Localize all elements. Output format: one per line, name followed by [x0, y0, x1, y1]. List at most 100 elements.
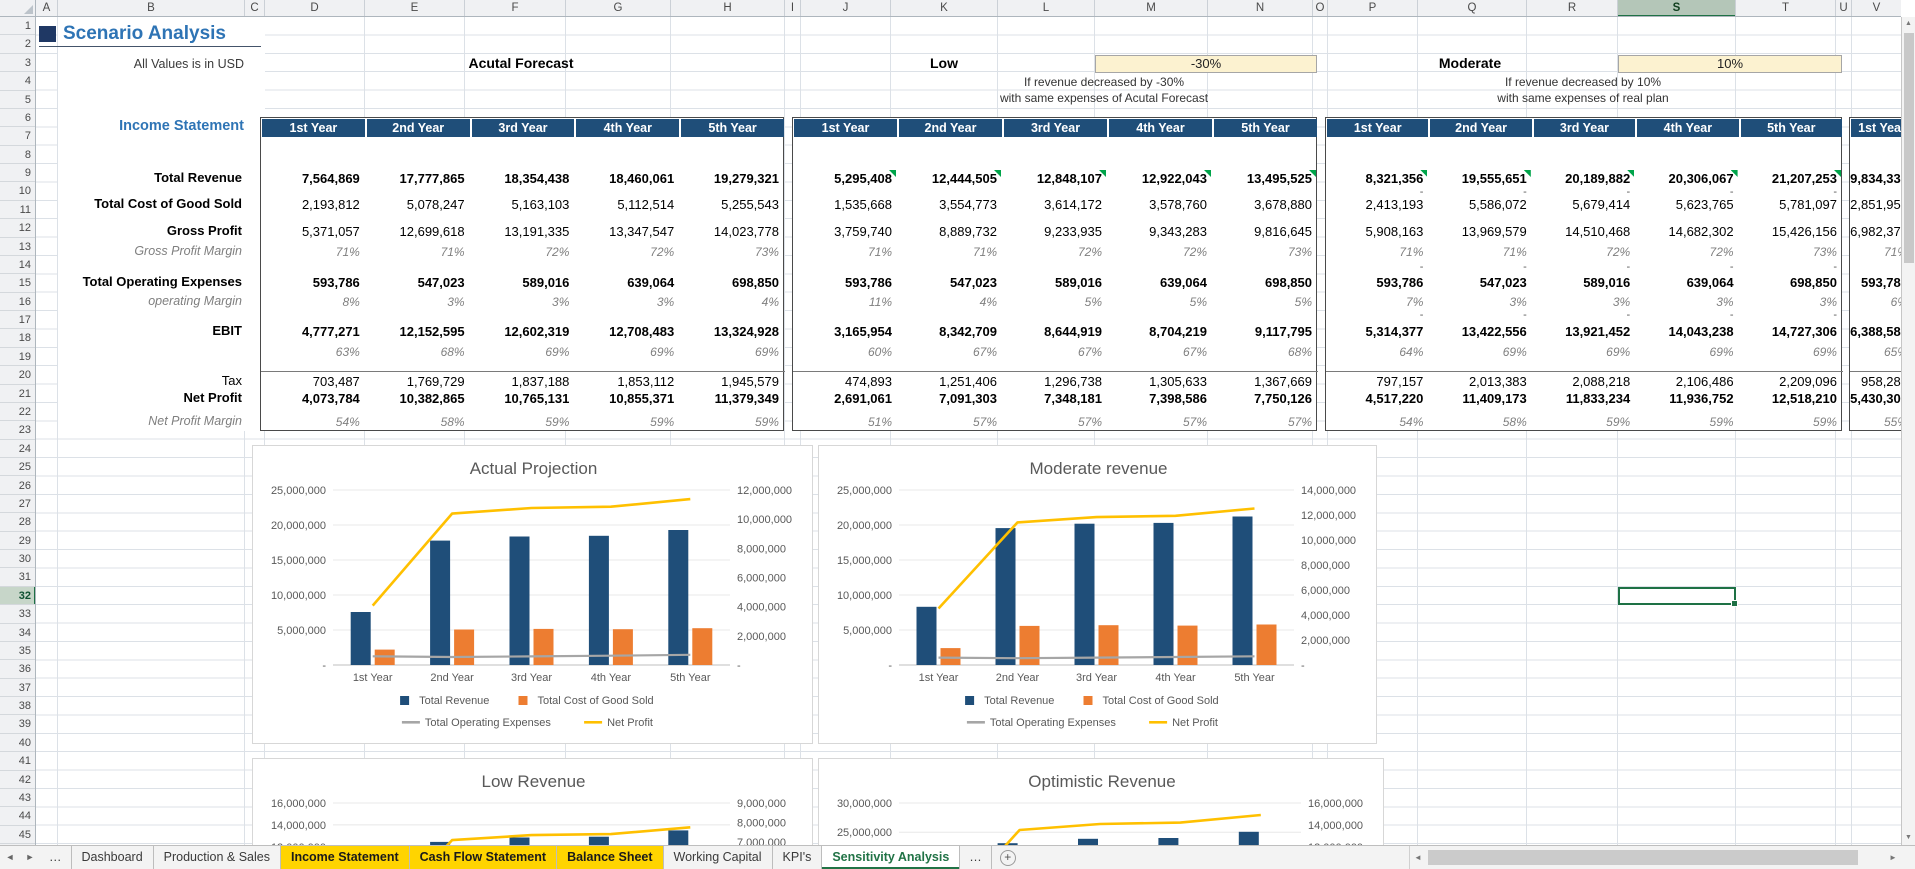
row-header-6[interactable]: 6 — [0, 109, 36, 127]
sheet-tab-sensitivity-analysis[interactable]: Sensitivity Analysis — [822, 846, 960, 869]
scroll-left-icon[interactable]: ◄ — [1410, 853, 1426, 862]
sheet-tab-balance-sheet[interactable]: Balance Sheet — [557, 846, 663, 869]
column-header-R[interactable]: R — [1527, 0, 1618, 17]
row-header-9[interactable]: 9 — [0, 164, 36, 182]
sheet-tab-income-statement[interactable]: Income Statement — [281, 846, 410, 869]
column-header-K[interactable]: K — [891, 0, 998, 17]
column-header-P[interactable]: P — [1328, 0, 1418, 17]
column-header-J[interactable]: J — [801, 0, 891, 17]
row-header-25[interactable]: 25 — [0, 458, 36, 476]
svg-text:4th Year: 4th Year — [591, 672, 632, 684]
column-header-C[interactable]: C — [245, 0, 265, 17]
row-header-36[interactable]: 36 — [0, 660, 36, 678]
column-header-F[interactable]: F — [465, 0, 566, 17]
row-header-44[interactable]: 44 — [0, 807, 36, 825]
row-header-35[interactable]: 35 — [0, 642, 36, 660]
vertical-scrollbar-thumb[interactable] — [1904, 33, 1914, 263]
row-header-11[interactable]: 11 — [0, 201, 36, 219]
column-header-S[interactable]: S — [1618, 0, 1736, 17]
row-header-17[interactable]: 17 — [0, 311, 36, 329]
row-header-12[interactable]: 12 — [0, 219, 36, 237]
row-header-10[interactable]: 10 — [0, 182, 36, 200]
row-header-13[interactable]: 13 — [0, 238, 36, 256]
scroll-down-icon[interactable]: ▼ — [1902, 831, 1915, 845]
sheet-area[interactable]: Scenario Analysis All Values is in USD I… — [36, 17, 1901, 845]
new-sheet-button[interactable]: + — [1000, 850, 1016, 866]
row-header-38[interactable]: 38 — [0, 697, 36, 715]
row-header-7[interactable]: 7 — [0, 127, 36, 145]
row-header-5[interactable]: 5 — [0, 91, 36, 109]
row-header-8[interactable]: 8 — [0, 146, 36, 164]
svg-text:4,000,000: 4,000,000 — [1301, 610, 1350, 622]
column-header-G[interactable]: G — [566, 0, 671, 17]
column-header-I[interactable]: I — [785, 0, 801, 17]
row-header-27[interactable]: 27 — [0, 495, 36, 513]
chart-optimistic-revenue[interactable]: -5,000,00010,000,00015,000,00020,000,000… — [818, 758, 1384, 845]
row-header-32[interactable]: 32 — [0, 587, 36, 605]
svg-text:15,000,000: 15,000,000 — [837, 555, 892, 567]
column-header-L[interactable]: L — [998, 0, 1095, 17]
tab-nav-left-icon[interactable]: ◄ — [0, 846, 20, 869]
select-all-corner[interactable] — [0, 0, 36, 17]
column-header-A[interactable]: A — [36, 0, 58, 17]
scroll-right-icon[interactable]: ► — [1885, 853, 1901, 862]
row-header-21[interactable]: 21 — [0, 385, 36, 403]
row-header-18[interactable]: 18 — [0, 329, 36, 347]
column-header-U[interactable]: U — [1836, 0, 1852, 17]
row-header-42[interactable]: 42 — [0, 771, 36, 789]
row-header-3[interactable]: 3 — [0, 54, 36, 72]
row-header-15[interactable]: 15 — [0, 274, 36, 292]
column-header-N[interactable]: N — [1208, 0, 1313, 17]
chart-actual-projection[interactable]: -5,000,00010,000,00015,000,00020,000,000… — [252, 445, 813, 744]
sheet-tab-overflow[interactable]: … — [40, 846, 72, 869]
row-header-39[interactable]: 39 — [0, 715, 36, 733]
sheet-tab-overflow[interactable]: … — [960, 846, 992, 869]
row-header-31[interactable]: 31 — [0, 568, 36, 586]
row-header-26[interactable]: 26 — [0, 477, 36, 495]
sheet-tab-dashboard[interactable]: Dashboard — [72, 846, 154, 869]
column-header-E[interactable]: E — [365, 0, 465, 17]
horizontal-scrollbar-track[interactable] — [1426, 846, 1885, 869]
row-header-23[interactable]: 23 — [0, 421, 36, 439]
row-header-24[interactable]: 24 — [0, 440, 36, 458]
row-header-34[interactable]: 34 — [0, 624, 36, 642]
row-header-20[interactable]: 20 — [0, 366, 36, 384]
column-header-V[interactable]: V — [1852, 0, 1901, 17]
chart-low-revenue[interactable]: -2,000,0004,000,0006,000,0008,000,00010,… — [252, 758, 813, 845]
sheet-tab-cash-flow-statement[interactable]: Cash Flow Statement — [410, 846, 557, 869]
vertical-scrollbar[interactable]: ▲ ▼ — [1901, 17, 1915, 845]
chart-title: Actual Projection — [470, 459, 598, 478]
row-header-1[interactable]: 1 — [0, 17, 36, 35]
column-header-T[interactable]: T — [1736, 0, 1836, 17]
column-header-Q[interactable]: Q — [1418, 0, 1527, 17]
chart-moderate-revenue[interactable]: -5,000,00010,000,00015,000,00020,000,000… — [818, 445, 1377, 744]
row-header-37[interactable]: 37 — [0, 679, 36, 697]
column-header-O[interactable]: O — [1313, 0, 1328, 17]
sheet-tab-kpi-s[interactable]: KPI's — [773, 846, 823, 869]
row-header-28[interactable]: 28 — [0, 513, 36, 531]
row-header-22[interactable]: 22 — [0, 403, 36, 421]
horizontal-scrollbar[interactable]: ◄ ► — [1409, 846, 1901, 869]
column-header-D[interactable]: D — [265, 0, 365, 17]
column-header-H[interactable]: H — [671, 0, 785, 17]
horizontal-scrollbar-thumb[interactable] — [1428, 850, 1858, 865]
row-header-2[interactable]: 2 — [0, 35, 36, 53]
row-header-16[interactable]: 16 — [0, 293, 36, 311]
row-header-30[interactable]: 30 — [0, 550, 36, 568]
column-header-B[interactable]: B — [58, 0, 245, 17]
row-header-19[interactable]: 19 — [0, 348, 36, 366]
column-header-M[interactable]: M — [1095, 0, 1208, 17]
row-header-43[interactable]: 43 — [0, 789, 36, 807]
tab-nav-right-icon[interactable]: ► — [20, 846, 40, 869]
scroll-up-icon[interactable]: ▲ — [1902, 17, 1915, 31]
row-header-33[interactable]: 33 — [0, 605, 36, 623]
row-header-29[interactable]: 29 — [0, 532, 36, 550]
sheet-tab-production-sales[interactable]: Production & Sales — [154, 846, 281, 869]
sheet-tab-working-capital[interactable]: Working Capital — [664, 846, 773, 869]
row-header-40[interactable]: 40 — [0, 734, 36, 752]
selected-cell[interactable] — [1618, 587, 1736, 605]
row-header-14[interactable]: 14 — [0, 256, 36, 274]
row-header-41[interactable]: 41 — [0, 752, 36, 770]
row-header-45[interactable]: 45 — [0, 826, 36, 844]
row-header-4[interactable]: 4 — [0, 72, 36, 90]
